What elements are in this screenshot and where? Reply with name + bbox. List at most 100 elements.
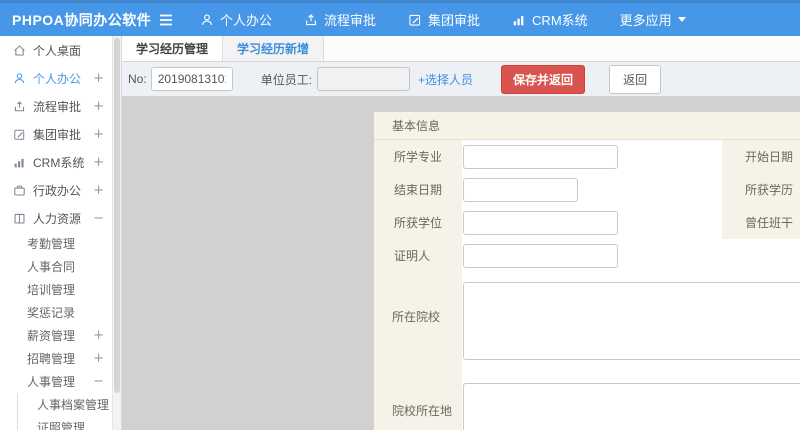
- sidebar-item-label: 人事管理: [27, 375, 76, 389]
- sidebar-item-personnel[interactable]: 人事管理 −: [0, 370, 112, 393]
- nav-label: 个人办公: [220, 13, 273, 28]
- app-logo: PHPOA协同办公软件: [12, 11, 152, 28]
- chart-icon: [13, 156, 26, 169]
- sidebar: 个人桌面 个人办公 + 流程审批 + 集团审批 + CRM系统 + 行政办公 +…: [0, 36, 112, 430]
- nav-personal-office[interactable]: 个人办公: [200, 10, 272, 29]
- sidebar-item-training[interactable]: 培训管理: [0, 278, 112, 301]
- collapse-minus-icon[interactable]: −: [93, 211, 104, 226]
- tab-label: 学习经历管理: [136, 42, 209, 56]
- expand-plus-icon[interactable]: +: [93, 71, 104, 86]
- nav-label: CRM系统: [532, 13, 588, 28]
- reference-person-input[interactable]: [463, 243, 618, 268]
- sidebar-item-crm[interactable]: CRM系统 +: [0, 148, 112, 176]
- sidebar-item-personal-office[interactable]: 个人办公 +: [0, 64, 112, 92]
- form-body: 所学专业 开始日期 结束日期 所获学历 所获学位 曾任班干 证明人 所在院校 院…: [374, 140, 800, 430]
- sidebar-item-group-approval[interactable]: 集团审批 +: [0, 120, 112, 148]
- nav-group-approval[interactable]: 集团审批: [408, 10, 480, 29]
- sidebar-item-recruitment[interactable]: 招聘管理 +: [0, 347, 112, 370]
- sidebar-item-label: 招聘管理: [27, 352, 76, 366]
- user-icon: [13, 72, 26, 85]
- empty-cell: [722, 239, 800, 272]
- sidebar-item-label: 流程审批: [33, 99, 82, 114]
- sidebar-item-label: 证照管理: [37, 421, 86, 430]
- basic-info-panel: 基本信息 所学专业 开始日期 结束日期 所获学历 所获学位 曾任班干 证明人 所…: [374, 112, 800, 430]
- work-area: 基本信息 所学专业 开始日期 结束日期 所获学历 所获学位 曾任班干 证明人 所…: [122, 96, 800, 430]
- expand-plus-icon[interactable]: +: [93, 328, 104, 343]
- sidebar-item-admin-office[interactable]: 行政办公 +: [0, 176, 112, 204]
- scrollbar-thumb[interactable]: [114, 38, 120, 393]
- employee-input[interactable]: [317, 67, 411, 91]
- nav-label: 流程审批: [324, 13, 377, 28]
- field-label-school: 所在院校: [392, 310, 441, 324]
- tab-label: 学习经历新增: [237, 42, 310, 56]
- sidebar-item-personnel-files[interactable]: 人事档案管理: [17, 393, 112, 416]
- home-icon: [13, 44, 26, 57]
- tab-study-history-new[interactable]: 学习经历新增: [223, 36, 325, 61]
- academic-degree-input[interactable]: [463, 210, 618, 235]
- expand-plus-icon[interactable]: +: [93, 155, 104, 170]
- select-person-link[interactable]: +选择人员: [418, 71, 473, 88]
- field-label-school-location: 院校所在地: [392, 404, 453, 418]
- sidebar-item-certificates[interactable]: 证照管理: [17, 416, 112, 430]
- school-textarea[interactable]: [463, 282, 800, 360]
- field-label-end-date: 结束日期: [394, 183, 443, 197]
- school-location-textarea[interactable]: [463, 383, 800, 430]
- sidebar-item-hr-contract[interactable]: 人事合同: [0, 255, 112, 278]
- sidebar-item-label: 培训管理: [27, 283, 76, 297]
- sidebar-item-label: 集团审批: [33, 127, 82, 142]
- sidebar-item-attendance[interactable]: 考勤管理: [0, 232, 112, 255]
- sidebar-item-desktop[interactable]: 个人桌面: [0, 36, 112, 64]
- sidebar-item-label: 个人桌面: [33, 43, 82, 58]
- field-label-reference-person: 证明人: [394, 249, 431, 263]
- field-label-academic-degree: 所获学位: [394, 216, 443, 230]
- end-date-input[interactable]: [463, 177, 578, 202]
- sidebar-item-label: 人力资源: [33, 211, 82, 226]
- expand-plus-icon[interactable]: +: [93, 183, 104, 198]
- tab-bar: 学习经历管理 学习经历新增: [122, 36, 800, 62]
- user-icon: [200, 13, 214, 27]
- edit-icon: [13, 128, 26, 141]
- upload-icon: [304, 13, 318, 27]
- form-row: 结束日期 所获学历: [374, 173, 800, 206]
- sidebar-item-label: 个人办公: [33, 71, 82, 86]
- nav-crm-system[interactable]: CRM系统: [512, 10, 588, 29]
- hamburger-menu-icon[interactable]: [158, 13, 174, 27]
- upload-icon: [13, 100, 26, 113]
- employee-label: 单位员工:: [260, 72, 313, 87]
- field-label-degree-obtained: 所获学历: [722, 173, 800, 206]
- chart-icon: [512, 13, 526, 27]
- main-layout: 个人桌面 个人办公 + 流程审批 + 集团审批 + CRM系统 + 行政办公 +…: [0, 36, 800, 430]
- form-row: 所获学位 曾任班干: [374, 206, 800, 239]
- nav-label: 集团审批: [428, 13, 481, 28]
- form-toolbar: No: 单位员工: +选择人员 保存并返回 返回: [122, 62, 800, 96]
- sidebar-item-rewards[interactable]: 奖惩记录: [0, 301, 112, 324]
- expand-plus-icon[interactable]: +: [93, 351, 104, 366]
- nav-more-apps[interactable]: 更多应用: [620, 10, 686, 29]
- no-label: No:: [128, 72, 147, 86]
- tab-study-history-manage[interactable]: 学习经历管理: [122, 36, 224, 61]
- field-label-start-date: 开始日期: [722, 140, 800, 173]
- nav-workflow-approval[interactable]: 流程审批: [304, 10, 376, 29]
- field-label-major: 所学专业: [394, 150, 443, 164]
- top-nav: 个人办公 流程审批 集团审批 CRM系统 更多应用: [200, 10, 686, 29]
- edit-icon: [408, 13, 422, 27]
- book-icon: [13, 212, 26, 225]
- collapse-minus-icon[interactable]: −: [93, 374, 104, 389]
- briefcase-icon: [13, 184, 26, 197]
- sidebar-item-hr[interactable]: 人力资源 −: [0, 204, 112, 232]
- nav-label: 更多应用: [619, 13, 672, 28]
- no-input[interactable]: [150, 67, 233, 91]
- return-button[interactable]: 返回: [609, 64, 662, 94]
- sidebar-item-workflow-approval[interactable]: 流程审批 +: [0, 92, 112, 120]
- sidebar-item-label: 行政办公: [33, 183, 82, 198]
- sidebar-item-salary[interactable]: 薪资管理 +: [0, 324, 112, 347]
- major-input[interactable]: [463, 144, 618, 169]
- sidebar-item-label: 人事合同: [27, 260, 76, 274]
- sidebar-item-label: 人事档案管理: [37, 398, 110, 412]
- form-row: 证明人: [374, 239, 800, 272]
- sidebar-scrollbar[interactable]: [112, 36, 122, 430]
- save-and-return-button[interactable]: 保存并返回: [501, 64, 586, 94]
- content-area: 学习经历管理 学习经历新增 No: 单位员工: +选择人员 保存并返回 返回 基…: [122, 36, 800, 430]
- expand-plus-icon[interactable]: +: [93, 127, 104, 142]
- expand-plus-icon[interactable]: +: [93, 99, 104, 114]
